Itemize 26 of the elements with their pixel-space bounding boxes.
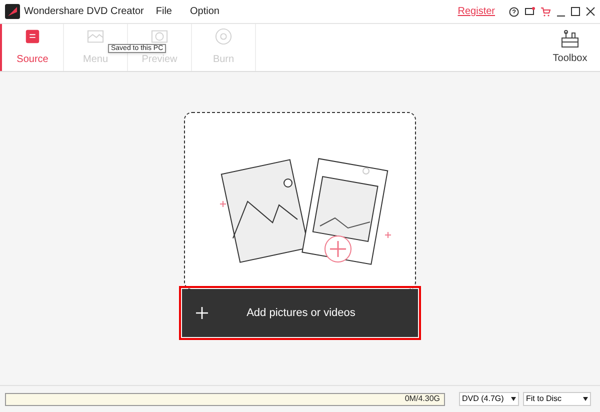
app-logo-icon [5,4,20,19]
plus-icon [196,307,208,319]
step-tab[interactable]: Source [0,24,64,71]
menu-item[interactable]: Option [190,4,220,19]
toolbox-icon [560,29,580,49]
mode-dropdown[interactable]: Fit to Disc [523,392,591,406]
toolbox-label: Toolbox [552,52,588,66]
caret-icon [583,397,588,401]
toolbox-button[interactable]: Toolbox [542,24,598,71]
menu-item[interactable]: File [156,4,172,19]
step-icon [24,28,41,45]
disc-dropdown[interactable]: DVD (4.7G) [459,392,519,406]
drop-area[interactable] [184,112,416,290]
close-icon[interactable] [586,7,595,16]
maximize-icon[interactable] [571,7,580,16]
window-title: Wondershare DVD Creator [24,5,144,19]
step-icon [151,28,168,45]
cart-icon[interactable] [541,6,551,16]
step-icon [215,28,232,45]
caret-icon [511,397,516,401]
message-icon[interactable] [525,6,535,16]
add-media-button[interactable]: Add pictures or videos [182,289,418,337]
capacity-text: 0M/4.30G [404,393,441,405]
register-link[interactable]: Register [458,4,495,19]
help-icon[interactable] [509,6,519,16]
step-icon [87,28,104,45]
